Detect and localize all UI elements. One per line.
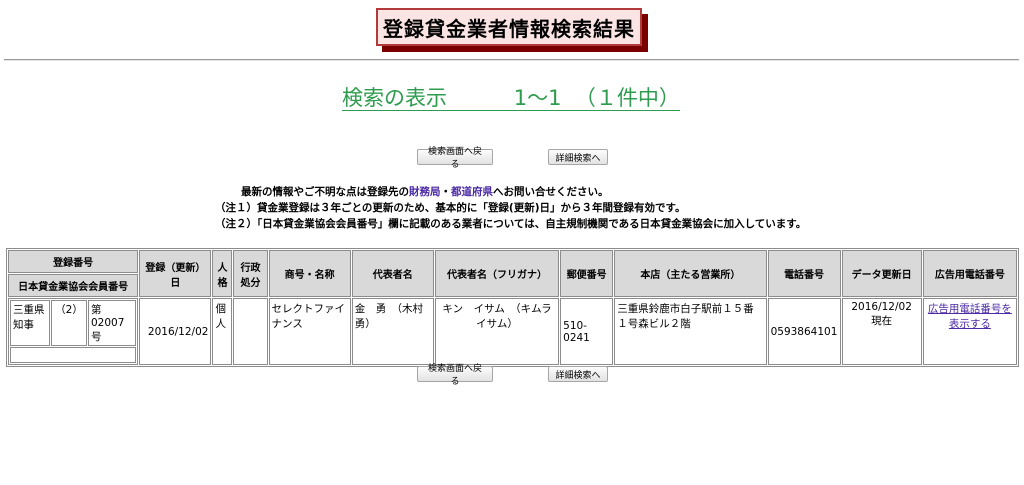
person-cell: 個人 xyxy=(212,298,233,365)
reg-number: 第02007号 xyxy=(88,300,137,346)
header-postal: 郵便番号 xyxy=(560,250,614,297)
reg-no-inner-table: 三重県知事 （2） 第02007号 xyxy=(9,299,137,364)
detail-search-button-bottom[interactable]: 詳細検索へ xyxy=(548,366,608,382)
table-row: 三重県知事 （2） 第02007号 2016/12/02 個人 セレクトファイナ… xyxy=(8,298,1017,365)
prefecture-link[interactable]: 都道府県 xyxy=(451,186,493,198)
notes-line-2: （注１）貸金業登録は３年ごとの更新のため、基本的に「登録(更新)日」から３年間登… xyxy=(215,202,686,214)
header-updated: データ更新日 xyxy=(841,250,922,297)
back-to-search-button-top[interactable]: 検索画面へ戻る xyxy=(417,147,493,170)
header-reg-no: 登録番号 xyxy=(8,250,139,273)
page-title-box: 登録貸金業者情報検索結果 xyxy=(376,8,648,52)
ad-phone-cell: 広告用電話番号を表示する xyxy=(922,298,1017,365)
header-phone: 電話番号 xyxy=(767,250,841,297)
rep-cell: 金 勇 （木村勇） xyxy=(351,298,434,365)
header-admin: 行政処分 xyxy=(233,250,268,297)
divider xyxy=(4,59,1019,61)
postal-cell: 510-0241 xyxy=(560,298,614,365)
notes-separator: ・ xyxy=(440,186,452,198)
back-to-search-button-bottom[interactable]: 検索画面へ戻る xyxy=(417,364,493,387)
admin-cell xyxy=(233,298,268,365)
reg-date-cell: 2016/12/02 xyxy=(139,298,212,365)
header-person: 人格 xyxy=(212,250,233,297)
reg-renewal: （2） xyxy=(51,300,87,346)
notes-line-1: 最新の情報やご不明な点は登録先の財務局・都道府県へお問い合せください。 xyxy=(215,184,806,200)
head-office-cell: 三重県鈴鹿市白子駅前１５番１号森ビル２階 xyxy=(614,298,767,365)
header-rep: 代表者名 xyxy=(351,250,434,297)
reg-authority: 三重県知事 xyxy=(10,300,50,346)
table-header-row: 登録番号 登録（更新）日 人格 行政処分 商号・名称 代表者名 代表者名（フリガ… xyxy=(8,250,1017,297)
results-table: 登録番号 登録（更新）日 人格 行政処分 商号・名称 代表者名 代表者名（フリガ… xyxy=(6,248,1019,367)
header-reg-date: 登録（更新）日 xyxy=(139,250,212,297)
trade-name-cell: セレクトファイナンス xyxy=(268,298,351,365)
detail-search-button-top[interactable]: 詳細検索へ xyxy=(548,149,608,165)
notes-line-1-suffix: へお問い合せください。 xyxy=(493,186,609,198)
header-ad-phone: 広告用電話番号 xyxy=(922,250,1017,297)
header-rep-kana: 代表者名（フリガナ） xyxy=(434,250,560,297)
page-title: 登録貸金業者情報検索結果 xyxy=(376,8,642,46)
notes-line-1-prefix: 最新の情報やご不明な点は登録先の xyxy=(241,186,409,198)
header-assoc-no: 日本貸金業協会会員番号 xyxy=(8,274,139,297)
show-ad-phone-link[interactable]: 広告用電話番号を表示する xyxy=(928,303,1012,330)
updated-cell: 2016/12/02 現在 xyxy=(841,298,922,365)
assoc-no-value xyxy=(10,347,137,363)
search-count: 検索の表示 1～1 （１件中） xyxy=(342,82,680,111)
search-count-total: （１件中） xyxy=(574,86,680,110)
search-count-range: 1～1 xyxy=(513,86,562,110)
phone-cell: 0593864101 xyxy=(767,298,841,365)
search-count-label: 検索の表示 xyxy=(342,86,447,110)
finance-bureau-link[interactable]: 財務局 xyxy=(409,186,441,198)
rep-kana-cell: キン イサム （キムライサム） xyxy=(434,298,560,365)
notes-line-3: （注２）「日本貸金業協会会員番号」欄に記載のある業者については、自主規制機関であ… xyxy=(215,218,807,230)
reg-no-cell: 三重県知事 （2） 第02007号 xyxy=(8,298,139,365)
header-trade-name: 商号・名称 xyxy=(268,250,351,297)
header-head-office: 本店（主たる営業所） xyxy=(614,250,767,297)
notes-block: 最新の情報やご不明な点は登録先の財務局・都道府県へお問い合せください。 （注１）… xyxy=(215,184,806,232)
